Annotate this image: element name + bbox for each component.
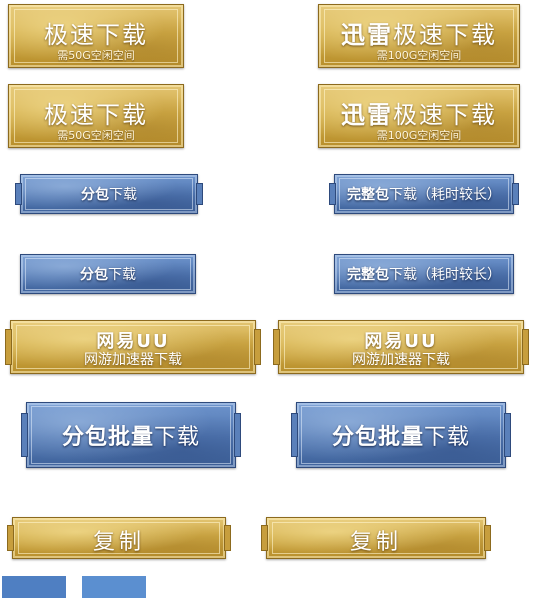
copy-button[interactable]: 复制 (7, 517, 231, 559)
color-swatch (82, 576, 146, 598)
button-label: 复制 (92, 530, 145, 555)
button-notch (484, 525, 491, 551)
fast-download-button[interactable]: 极速下载 需50G空闲空间 (8, 84, 184, 148)
button-notch (512, 183, 519, 205)
fast-download-button[interactable]: 极速下载 需50G空闲空间 (8, 4, 184, 68)
button-label: 完整包 下载（耗时较长） (347, 187, 501, 203)
button-title: 迅雷极速下载 (341, 21, 497, 49)
netease-uu-download-button[interactable]: 网易UU 网游加速器下载 (273, 320, 529, 374)
xunlei-fast-download-button[interactable]: 迅雷极速下载 需100G空闲空间 (318, 4, 520, 68)
button-label: 分包 下载 (80, 267, 136, 283)
button-notch (224, 525, 231, 551)
button-label: 分包批量 下载 (331, 425, 471, 450)
button-title: 极速下载 (44, 101, 148, 129)
color-swatch (2, 576, 66, 598)
button-notch (234, 413, 241, 457)
netease-uu-download-button[interactable]: 网易UU 网游加速器下载 (5, 320, 261, 374)
button-subtitle: 网游加速器下载 (352, 352, 450, 368)
button-label: 复制 (349, 530, 402, 555)
button-notch (504, 413, 511, 457)
xunlei-fast-download-button[interactable]: 迅雷极速下载 需100G空闲空间 (318, 84, 520, 148)
button-subtitle: 需100G空闲空间 (376, 49, 462, 62)
button-label: 完整包 下载（耗时较长） (347, 267, 501, 283)
split-download-button[interactable]: 分包 下载 (15, 174, 203, 214)
button-label: 分包批量 下载 (61, 425, 201, 450)
button-notch (254, 329, 261, 365)
button-subtitle: 网游加速器下载 (84, 352, 182, 368)
full-package-download-button[interactable]: 完整包 下载（耗时较长） (334, 254, 514, 294)
copy-button[interactable]: 复制 (261, 517, 491, 559)
button-subtitle: 需100G空闲空间 (376, 129, 462, 142)
button-title: 迅雷极速下载 (341, 101, 497, 129)
batch-split-download-button[interactable]: 分包批量 下载 (21, 402, 241, 468)
button-notch (196, 183, 203, 205)
button-subtitle: 需50G空闲空间 (57, 49, 135, 62)
full-package-download-button[interactable]: 完整包 下载（耗时较长） (329, 174, 519, 214)
split-download-button[interactable]: 分包 下载 (20, 254, 196, 294)
button-subtitle: 需50G空闲空间 (57, 129, 135, 142)
button-title: 极速下载 (44, 21, 148, 49)
button-notch (522, 329, 529, 365)
batch-split-download-button[interactable]: 分包批量 下载 (291, 402, 511, 468)
button-label: 分包 下载 (81, 187, 137, 203)
